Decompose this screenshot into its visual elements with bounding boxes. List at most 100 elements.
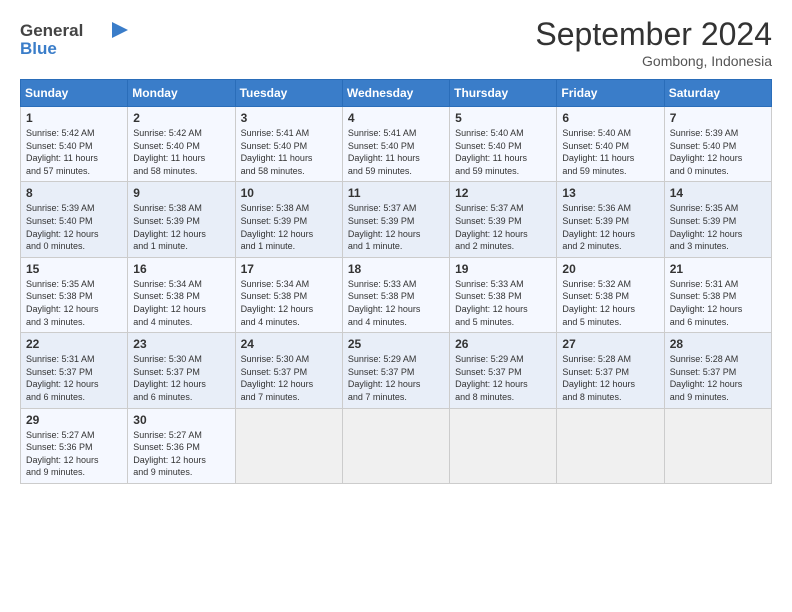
- calendar-body: 1 Sunrise: 5:42 AMSunset: 5:40 PMDaylight…: [21, 107, 772, 484]
- cell-1-2: 10 Sunrise: 5:38 AMSunset: 5:39 PMDayligh…: [235, 182, 342, 257]
- logo-svg: General Blue: [20, 16, 130, 60]
- day-info: Sunrise: 5:31 AMSunset: 5:38 PMDaylight:…: [670, 278, 766, 328]
- day-number: 29: [26, 413, 122, 427]
- day-number: 9: [133, 186, 229, 200]
- cell-2-6: 21Sunrise: 5:31 AMSunset: 5:38 PMDayligh…: [664, 257, 771, 332]
- day-info: Sunrise: 5:40 AMSunset: 5:40 PMDaylight:…: [562, 127, 658, 177]
- cell-2-0: 15 Sunrise: 5:35 AMSunset: 5:38 PMDayligh…: [21, 257, 128, 332]
- cell-0-2: 3 Sunrise: 5:41 AMSunset: 5:40 PMDaylight…: [235, 107, 342, 182]
- cell-4-1: 30 Sunrise: 5:27 AMSunset: 5:36 PMDayligh…: [128, 408, 235, 483]
- calendar-table: Sunday Monday Tuesday Wednesday Thursday…: [20, 79, 772, 484]
- day-number: 4: [348, 111, 444, 125]
- day-info: Sunrise: 5:32 AMSunset: 5:38 PMDaylight:…: [562, 278, 658, 328]
- day-number: 5: [455, 111, 551, 125]
- day-info: Sunrise: 5:29 AMSunset: 5:37 PMDaylight:…: [455, 353, 551, 403]
- day-number: 7: [670, 111, 766, 125]
- cell-0-6: 7 Sunrise: 5:39 AMSunset: 5:40 PMDaylight…: [664, 107, 771, 182]
- cell-4-6: [664, 408, 771, 483]
- title-block: September 2024 Gombong, Indonesia: [535, 16, 772, 69]
- day-info: Sunrise: 5:31 AMSunset: 5:37 PMDaylight:…: [26, 353, 122, 403]
- day-number: 15: [26, 262, 122, 276]
- day-number: 16: [133, 262, 229, 276]
- cell-3-3: 25 Sunrise: 5:29 AMSunset: 5:37 PMDayligh…: [342, 333, 449, 408]
- day-info: Sunrise: 5:27 AMSunset: 5:36 PMDaylight:…: [26, 429, 122, 479]
- cell-4-2: [235, 408, 342, 483]
- cell-3-2: 24 Sunrise: 5:30 AMSunset: 5:37 PMDayligh…: [235, 333, 342, 408]
- day-number: 8: [26, 186, 122, 200]
- svg-text:Blue: Blue: [20, 39, 57, 58]
- day-number: 30: [133, 413, 229, 427]
- cell-2-5: 20 Sunrise: 5:32 AMSunset: 5:38 PMDayligh…: [557, 257, 664, 332]
- cell-4-4: [450, 408, 557, 483]
- cell-1-5: 13Sunrise: 5:36 AMSunset: 5:39 PMDayligh…: [557, 182, 664, 257]
- week-row-5: 29 Sunrise: 5:27 AMSunset: 5:36 PMDayligh…: [21, 408, 772, 483]
- day-info: Sunrise: 5:34 AMSunset: 5:38 PMDaylight:…: [133, 278, 229, 328]
- month-year: September 2024: [535, 16, 772, 53]
- day-info: Sunrise: 5:39 AMSunset: 5:40 PMDaylight:…: [670, 127, 766, 177]
- cell-0-4: 5Sunrise: 5:40 AMSunset: 5:40 PMDaylight…: [450, 107, 557, 182]
- col-saturday: Saturday: [664, 80, 771, 107]
- day-info: Sunrise: 5:41 AMSunset: 5:40 PMDaylight:…: [348, 127, 444, 177]
- day-number: 11: [348, 186, 444, 200]
- day-info: Sunrise: 5:30 AMSunset: 5:37 PMDaylight:…: [133, 353, 229, 403]
- day-info: Sunrise: 5:28 AMSunset: 5:37 PMDaylight:…: [562, 353, 658, 403]
- week-row-2: 8 Sunrise: 5:39 AMSunset: 5:40 PMDaylight…: [21, 182, 772, 257]
- cell-1-6: 14 Sunrise: 5:35 AMSunset: 5:39 PMDayligh…: [664, 182, 771, 257]
- day-number: 3: [241, 111, 337, 125]
- day-info: Sunrise: 5:38 AMSunset: 5:39 PMDaylight:…: [241, 202, 337, 252]
- cell-0-1: 2 Sunrise: 5:42 AMSunset: 5:40 PMDaylight…: [128, 107, 235, 182]
- day-info: Sunrise: 5:34 AMSunset: 5:38 PMDaylight:…: [241, 278, 337, 328]
- day-number: 25: [348, 337, 444, 351]
- day-info: Sunrise: 5:35 AMSunset: 5:38 PMDaylight:…: [26, 278, 122, 328]
- col-friday: Friday: [557, 80, 664, 107]
- cell-2-2: 17 Sunrise: 5:34 AMSunset: 5:38 PMDayligh…: [235, 257, 342, 332]
- day-number: 13: [562, 186, 658, 200]
- day-number: 26: [455, 337, 551, 351]
- day-info: Sunrise: 5:29 AMSunset: 5:37 PMDaylight:…: [348, 353, 444, 403]
- cell-3-4: 26 Sunrise: 5:29 AMSunset: 5:37 PMDayligh…: [450, 333, 557, 408]
- day-info: Sunrise: 5:30 AMSunset: 5:37 PMDaylight:…: [241, 353, 337, 403]
- cell-3-0: 22 Sunrise: 5:31 AMSunset: 5:37 PMDayligh…: [21, 333, 128, 408]
- cell-1-1: 9Sunrise: 5:38 AMSunset: 5:39 PMDaylight…: [128, 182, 235, 257]
- day-number: 17: [241, 262, 337, 276]
- day-info: Sunrise: 5:27 AMSunset: 5:36 PMDaylight:…: [133, 429, 229, 479]
- day-number: 27: [562, 337, 658, 351]
- day-info: Sunrise: 5:35 AMSunset: 5:39 PMDaylight:…: [670, 202, 766, 252]
- day-info: Sunrise: 5:37 AMSunset: 5:39 PMDaylight:…: [455, 202, 551, 252]
- week-row-3: 15 Sunrise: 5:35 AMSunset: 5:38 PMDayligh…: [21, 257, 772, 332]
- week-row-1: 1 Sunrise: 5:42 AMSunset: 5:40 PMDaylight…: [21, 107, 772, 182]
- cell-0-5: 6 Sunrise: 5:40 AMSunset: 5:40 PMDaylight…: [557, 107, 664, 182]
- day-number: 14: [670, 186, 766, 200]
- day-info: Sunrise: 5:39 AMSunset: 5:40 PMDaylight:…: [26, 202, 122, 252]
- cell-1-3: 11Sunrise: 5:37 AMSunset: 5:39 PMDayligh…: [342, 182, 449, 257]
- cell-2-4: 19 Sunrise: 5:33 AMSunset: 5:38 PMDayligh…: [450, 257, 557, 332]
- col-tuesday: Tuesday: [235, 80, 342, 107]
- day-info: Sunrise: 5:41 AMSunset: 5:40 PMDaylight:…: [241, 127, 337, 177]
- day-number: 20: [562, 262, 658, 276]
- cell-0-3: 4 Sunrise: 5:41 AMSunset: 5:40 PMDaylight…: [342, 107, 449, 182]
- day-info: Sunrise: 5:33 AMSunset: 5:38 PMDaylight:…: [455, 278, 551, 328]
- day-number: 22: [26, 337, 122, 351]
- cell-0-0: 1 Sunrise: 5:42 AMSunset: 5:40 PMDaylight…: [21, 107, 128, 182]
- day-info: Sunrise: 5:28 AMSunset: 5:37 PMDaylight:…: [670, 353, 766, 403]
- header-row: Sunday Monday Tuesday Wednesday Thursday…: [21, 80, 772, 107]
- day-info: Sunrise: 5:42 AMSunset: 5:40 PMDaylight:…: [133, 127, 229, 177]
- cell-4-3: [342, 408, 449, 483]
- day-number: 1: [26, 111, 122, 125]
- col-wednesday: Wednesday: [342, 80, 449, 107]
- col-monday: Monday: [128, 80, 235, 107]
- day-number: 24: [241, 337, 337, 351]
- day-number: 6: [562, 111, 658, 125]
- day-number: 19: [455, 262, 551, 276]
- day-info: Sunrise: 5:42 AMSunset: 5:40 PMDaylight:…: [26, 127, 122, 177]
- cell-3-5: 27 Sunrise: 5:28 AMSunset: 5:37 PMDayligh…: [557, 333, 664, 408]
- cell-1-4: 12Sunrise: 5:37 AMSunset: 5:39 PMDayligh…: [450, 182, 557, 257]
- cell-3-1: 23Sunrise: 5:30 AMSunset: 5:37 PMDayligh…: [128, 333, 235, 408]
- day-number: 2: [133, 111, 229, 125]
- day-number: 10: [241, 186, 337, 200]
- day-info: Sunrise: 5:33 AMSunset: 5:38 PMDaylight:…: [348, 278, 444, 328]
- week-row-4: 22 Sunrise: 5:31 AMSunset: 5:37 PMDayligh…: [21, 333, 772, 408]
- col-sunday: Sunday: [21, 80, 128, 107]
- day-number: 28: [670, 337, 766, 351]
- day-number: 18: [348, 262, 444, 276]
